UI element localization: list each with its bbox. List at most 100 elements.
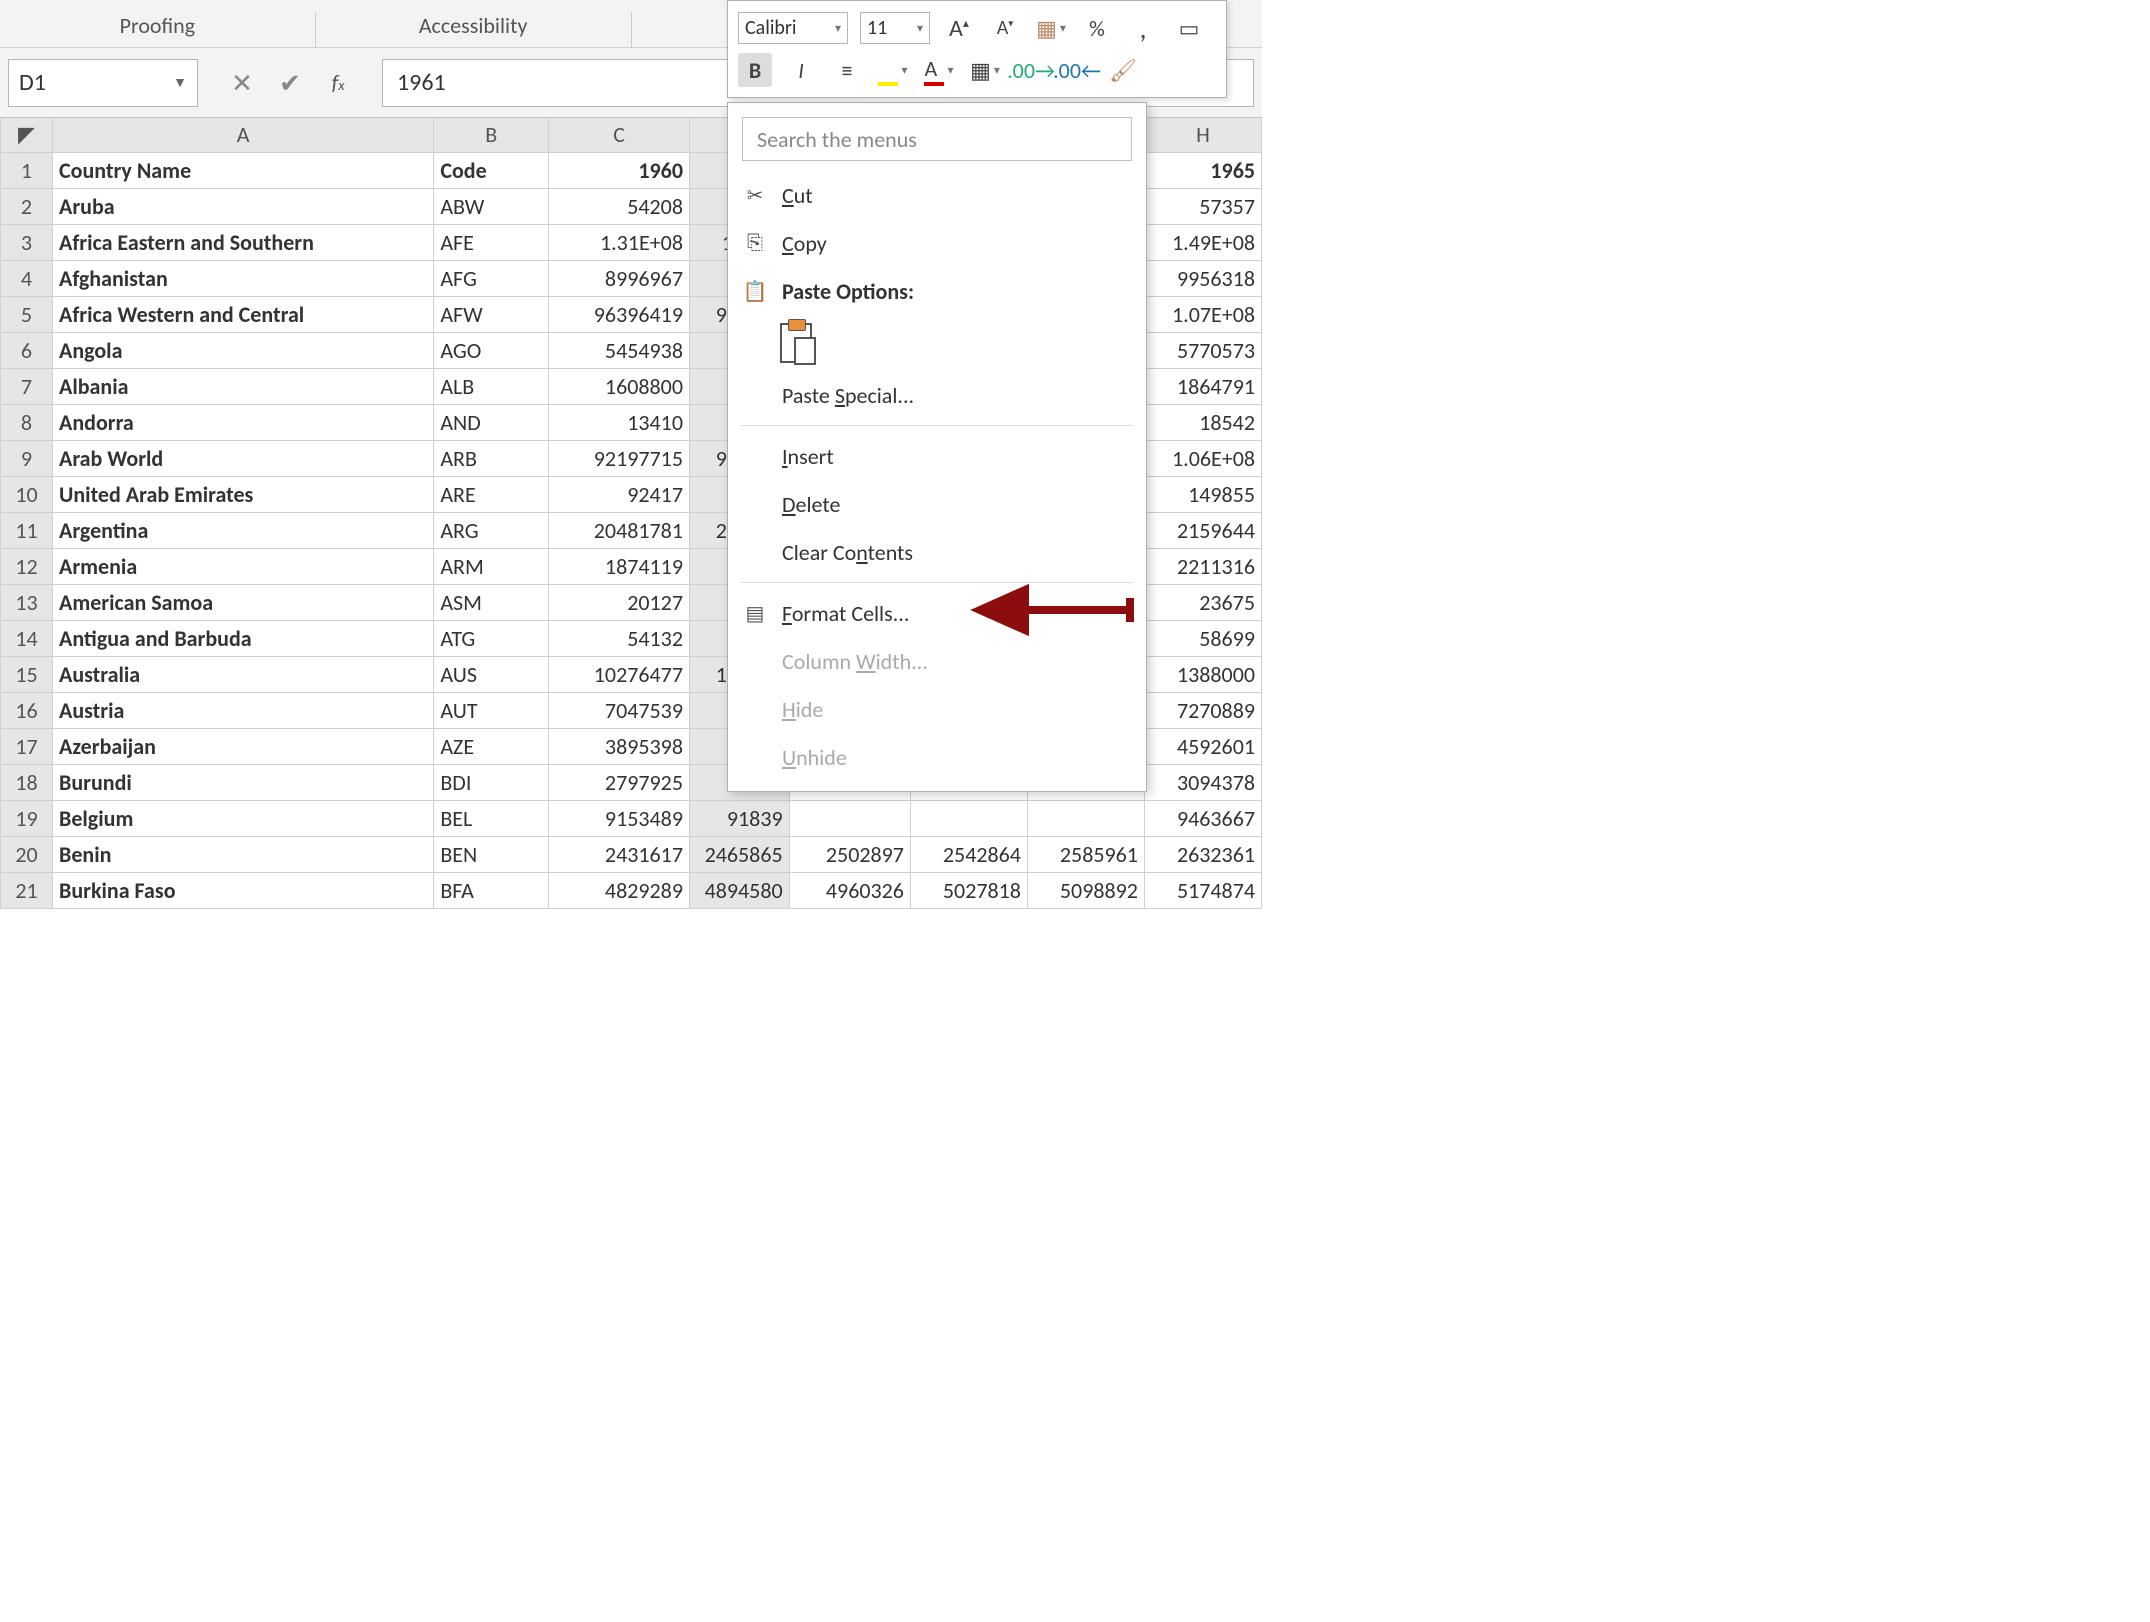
- cell[interactable]: United Arab Emirates: [53, 476, 434, 512]
- cell[interactable]: ATG: [434, 620, 549, 656]
- row-header[interactable]: 9: [1, 440, 53, 476]
- menu-format-cells[interactable]: ▤ Format Cells...: [728, 589, 1146, 637]
- cell[interactable]: 9956318: [1144, 260, 1261, 296]
- cell[interactable]: 7047539: [549, 692, 690, 728]
- cell[interactable]: Arab World: [53, 440, 434, 476]
- row-header[interactable]: 19: [1, 800, 53, 836]
- fill-color-icon[interactable]: [876, 53, 910, 87]
- cell[interactable]: 1388000: [1144, 656, 1261, 692]
- merge-center-icon[interactable]: ▭: [1172, 11, 1206, 45]
- row-header[interactable]: 2: [1, 188, 53, 224]
- cell[interactable]: 2431617: [549, 836, 690, 872]
- decrease-decimal-icon[interactable]: .00←: [1060, 53, 1094, 87]
- cell[interactable]: Afghanistan: [53, 260, 434, 296]
- cell[interactable]: 2465865: [689, 836, 789, 872]
- bold-button[interactable]: B: [738, 53, 772, 87]
- italic-button[interactable]: I: [784, 53, 818, 87]
- cell[interactable]: Angola: [53, 332, 434, 368]
- cell[interactable]: Austria: [53, 692, 434, 728]
- cell[interactable]: 23675: [1144, 584, 1261, 620]
- cell[interactable]: 4960326: [789, 872, 910, 908]
- cell[interactable]: AUT: [434, 692, 549, 728]
- menu-column-width[interactable]: Column Width...: [728, 637, 1146, 685]
- row-header[interactable]: 16: [1, 692, 53, 728]
- cell[interactable]: 1.49E+08: [1144, 224, 1261, 260]
- cell[interactable]: 20481781: [549, 512, 690, 548]
- cell[interactable]: 92417: [549, 476, 690, 512]
- col-header-B[interactable]: B: [434, 118, 549, 152]
- cell[interactable]: ARB: [434, 440, 549, 476]
- font-size-combo[interactable]: 11▾: [860, 12, 930, 44]
- name-box-dropdown-icon[interactable]: ▼: [173, 74, 187, 91]
- col-header-C[interactable]: C: [549, 118, 690, 152]
- cell[interactable]: Benin: [53, 836, 434, 872]
- cell[interactable]: [1027, 800, 1144, 836]
- cell[interactable]: ABW: [434, 188, 549, 224]
- increase-decimal-icon[interactable]: .00→: [1014, 53, 1048, 87]
- menu-copy[interactable]: ⎘ Copy: [728, 219, 1146, 267]
- cell[interactable]: 9463667: [1144, 800, 1261, 836]
- cell[interactable]: Argentina: [53, 512, 434, 548]
- cell[interactable]: 3094378: [1144, 764, 1261, 800]
- cell[interactable]: Azerbaijan: [53, 728, 434, 764]
- cell[interactable]: ASM: [434, 584, 549, 620]
- cell[interactable]: 5174874: [1144, 872, 1261, 908]
- paste-option-default[interactable]: [728, 315, 1146, 371]
- cell[interactable]: 7270889: [1144, 692, 1261, 728]
- cell[interactable]: Country Name: [53, 152, 434, 188]
- cell[interactable]: 1.31E+08: [549, 224, 690, 260]
- col-header-H[interactable]: H: [1144, 118, 1261, 152]
- menu-search-input[interactable]: Search the menus: [742, 117, 1132, 161]
- cell[interactable]: 4829289: [549, 872, 690, 908]
- increase-font-icon[interactable]: A▴: [942, 11, 976, 45]
- cell[interactable]: 13410: [549, 404, 690, 440]
- cell[interactable]: 2502897: [789, 836, 910, 872]
- cell[interactable]: 1874119: [549, 548, 690, 584]
- cell[interactable]: Armenia: [53, 548, 434, 584]
- cell[interactable]: BEN: [434, 836, 549, 872]
- cell[interactable]: [910, 800, 1027, 836]
- cell[interactable]: Code: [434, 152, 549, 188]
- row-header[interactable]: 1: [1, 152, 53, 188]
- format-painter-icon[interactable]: 🖌: [1106, 53, 1140, 87]
- menu-cut[interactable]: ✂ Cut: [728, 171, 1146, 219]
- row-header[interactable]: 20: [1, 836, 53, 872]
- cell[interactable]: ARG: [434, 512, 549, 548]
- cell[interactable]: 18542: [1144, 404, 1261, 440]
- row-header[interactable]: 12: [1, 548, 53, 584]
- cell[interactable]: BFA: [434, 872, 549, 908]
- row-header[interactable]: 10: [1, 476, 53, 512]
- row-header[interactable]: 11: [1, 512, 53, 548]
- cell[interactable]: Aruba: [53, 188, 434, 224]
- cell[interactable]: 91839: [689, 800, 789, 836]
- cell[interactable]: 149855: [1144, 476, 1261, 512]
- cell[interactable]: Burundi: [53, 764, 434, 800]
- accounting-format-icon[interactable]: ▦: [1034, 11, 1068, 45]
- cell[interactable]: 1608800: [549, 368, 690, 404]
- cell[interactable]: 5770573: [1144, 332, 1261, 368]
- cell[interactable]: 4894580: [689, 872, 789, 908]
- cell[interactable]: BDI: [434, 764, 549, 800]
- fx-icon[interactable]: fx: [324, 69, 352, 96]
- font-name-combo[interactable]: Calibri▾: [738, 12, 848, 44]
- comma-style-icon[interactable]: ,: [1126, 11, 1160, 45]
- cell[interactable]: 2542864: [910, 836, 1027, 872]
- cell[interactable]: ARE: [434, 476, 549, 512]
- cell[interactable]: 2585961: [1027, 836, 1144, 872]
- cell[interactable]: 54132: [549, 620, 690, 656]
- cell[interactable]: AFE: [434, 224, 549, 260]
- cell[interactable]: ARM: [434, 548, 549, 584]
- cell[interactable]: AGO: [434, 332, 549, 368]
- table-row[interactable]: 20BeninBEN243161724658652502897254286425…: [1, 836, 1262, 872]
- cell[interactable]: AZE: [434, 728, 549, 764]
- cell[interactable]: 5027818: [910, 872, 1027, 908]
- cell[interactable]: BEL: [434, 800, 549, 836]
- cell[interactable]: Australia: [53, 656, 434, 692]
- name-box[interactable]: D1 ▼: [8, 59, 198, 107]
- cell[interactable]: American Samoa: [53, 584, 434, 620]
- row-header[interactable]: 6: [1, 332, 53, 368]
- ribbon-group-proofing[interactable]: Proofing: [0, 12, 315, 47]
- cell[interactable]: 58699: [1144, 620, 1261, 656]
- row-header[interactable]: 13: [1, 584, 53, 620]
- cell[interactable]: 92197715: [549, 440, 690, 476]
